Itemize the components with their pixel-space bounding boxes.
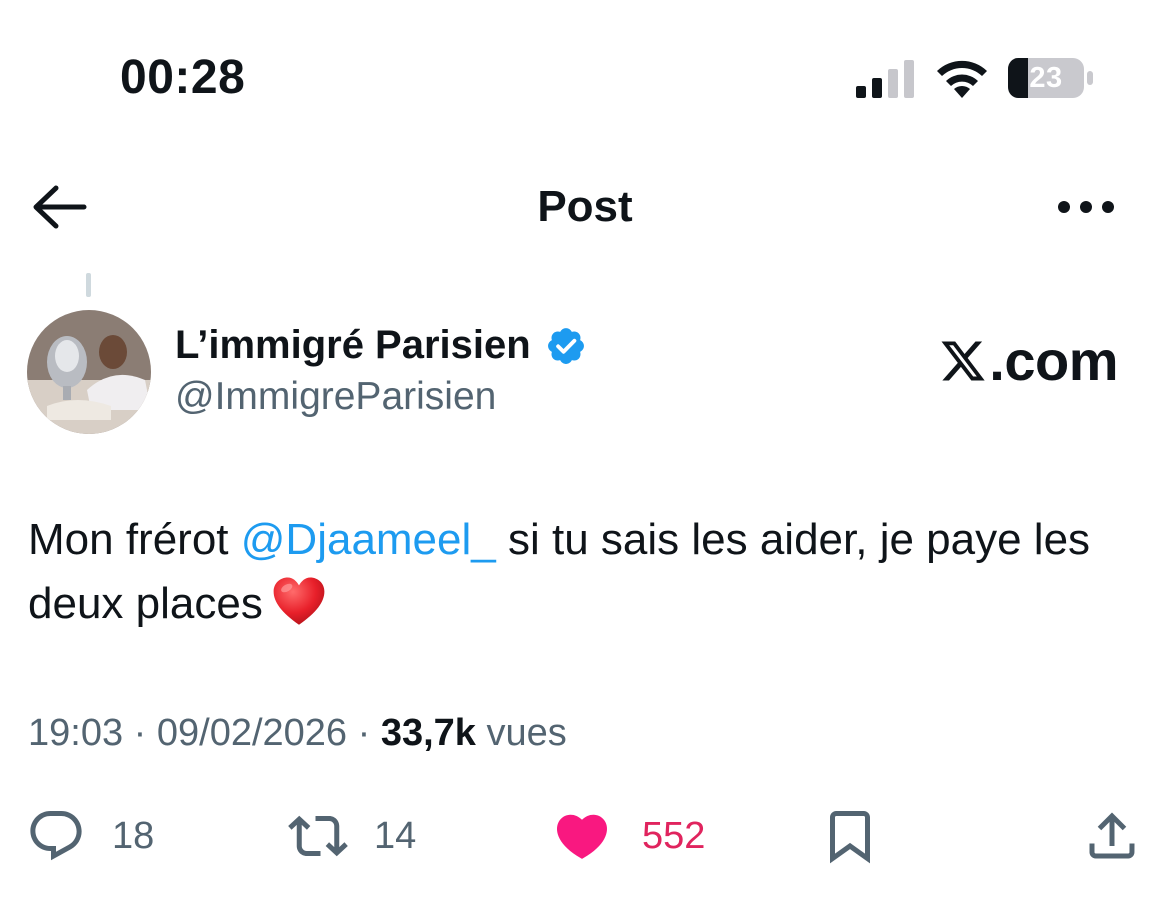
retweet-count: 14 (374, 814, 417, 857)
meta-separator: · (123, 712, 157, 754)
brand-watermark: .com (939, 328, 1118, 393)
tweet-date: 09/02/2026 (156, 712, 348, 754)
thread-line (86, 273, 91, 297)
wifi-icon (937, 60, 987, 98)
views-count[interactable]: 33,7k (381, 712, 476, 754)
tweet-text-part: Mon frérot (28, 515, 241, 564)
reply-button[interactable]: 18 (26, 806, 154, 866)
tweet-meta: 19:03 · 09/02/2026 · 33,7k vues (28, 712, 567, 755)
like-count: 552 (642, 814, 706, 857)
status-time: 00:28 (120, 51, 246, 104)
meta-separator: · (347, 712, 381, 754)
retweet-icon (288, 815, 348, 857)
verified-badge-icon (547, 327, 584, 364)
red-heart-emoji (273, 577, 325, 625)
share-icon (1089, 812, 1135, 859)
brand-text: .com (989, 329, 1118, 392)
display-name-text: L’immigré Parisien (175, 323, 531, 367)
cellular-signal-icon (856, 60, 914, 98)
user-handle[interactable]: @ImmigreParisien (175, 375, 496, 419)
battery-icon: 23 (1008, 58, 1094, 98)
page-title: Post (537, 182, 633, 231)
reply-icon (30, 811, 82, 861)
views-label: vues (475, 712, 567, 754)
battery-level: 23 (1029, 61, 1063, 94)
retweet-button[interactable]: 14 (288, 806, 416, 866)
heart-filled-icon (556, 814, 608, 859)
tweet-time: 19:03 (28, 712, 124, 754)
x-logo-icon (941, 341, 985, 380)
like-button[interactable]: 552 (552, 806, 705, 866)
mention-link[interactable]: @Djaameel_ (241, 515, 496, 564)
bookmark-icon (830, 811, 870, 864)
reply-count: 18 (112, 814, 155, 857)
avatar[interactable] (27, 310, 151, 434)
share-button[interactable] (1082, 806, 1142, 866)
tweet-text: Mon frérot @Djaameel_ si tu sais les aid… (28, 508, 1138, 636)
display-name[interactable]: L’immigré Parisien (175, 323, 587, 368)
bookmark-button[interactable] (820, 806, 880, 866)
more-options-icon[interactable] (1056, 190, 1116, 224)
